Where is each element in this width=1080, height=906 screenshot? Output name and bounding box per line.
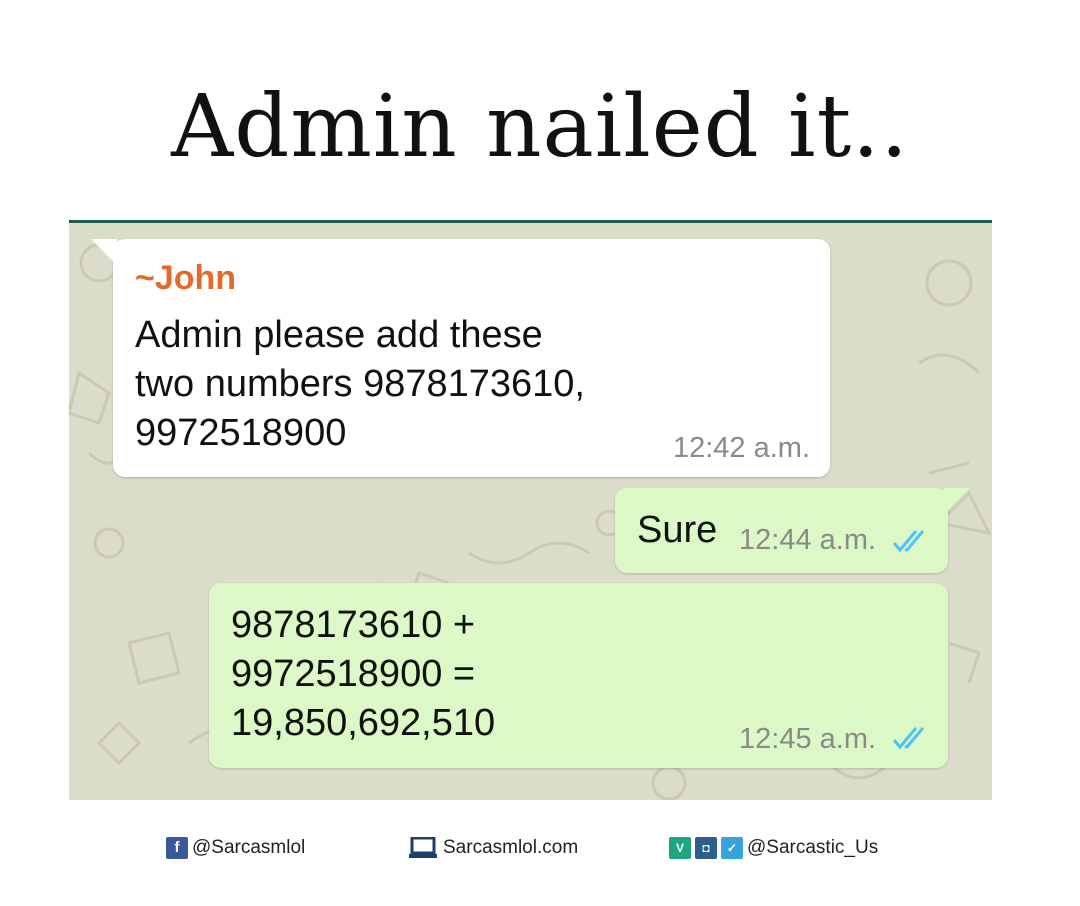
chat-area: ~John Admin please add these two numbers… — [69, 220, 992, 800]
facebook-icon: f — [166, 837, 188, 859]
message-text: Admin please add these two numbers 98781… — [135, 311, 585, 458]
page-title: Admin nailed it.. — [171, 77, 909, 177]
message-line: 19,850,692,510 — [231, 702, 496, 744]
double-check-icon — [892, 530, 925, 553]
twitter-icon: ✓ — [721, 837, 743, 859]
footer-website[interactable]: Sarcasmlol.com — [409, 835, 578, 861]
facebook-handle: @Sarcasmlol — [192, 837, 306, 858]
message-bubble-outgoing[interactable]: Sure 12:44 a.m. — [615, 488, 970, 573]
social-handle: @Sarcastic_Us — [747, 837, 879, 858]
vine-icon: V — [669, 837, 691, 859]
message-timestamp: 12:42 a.m. — [672, 432, 810, 464]
message-text: 9878173610 + 9972518900 = 19,850,692,510 — [231, 601, 495, 748]
footer-facebook[interactable]: f @Sarcasmlol — [166, 835, 305, 861]
footer-social[interactable]: V ◘ ✓ @Sarcastic_Us — [669, 835, 878, 861]
website-link: Sarcasmlol.com — [443, 837, 579, 858]
message-bubble-outgoing[interactable]: 9878173610 + 9972518900 = 19,850,692,510… — [209, 583, 948, 768]
message-timestamp: 12:45 a.m. — [739, 723, 877, 755]
message-line: Admin please add these — [135, 314, 543, 356]
double-check-icon — [892, 727, 925, 750]
message-bubble-incoming[interactable]: ~John Admin please add these two numbers… — [91, 239, 830, 477]
message-timestamp: 12:44 a.m. — [739, 524, 877, 556]
message-line: 9972518900 — [135, 412, 347, 454]
instagram-icon: ◘ — [695, 837, 717, 859]
laptop-icon — [409, 837, 437, 858]
message-line: two numbers 9878173610, — [135, 363, 585, 405]
message-line: 9972518900 = — [231, 653, 476, 695]
sender-name: ~John — [135, 259, 237, 297]
message-text: Sure — [637, 509, 718, 551]
message-line: 9878173610 + — [231, 604, 476, 646]
